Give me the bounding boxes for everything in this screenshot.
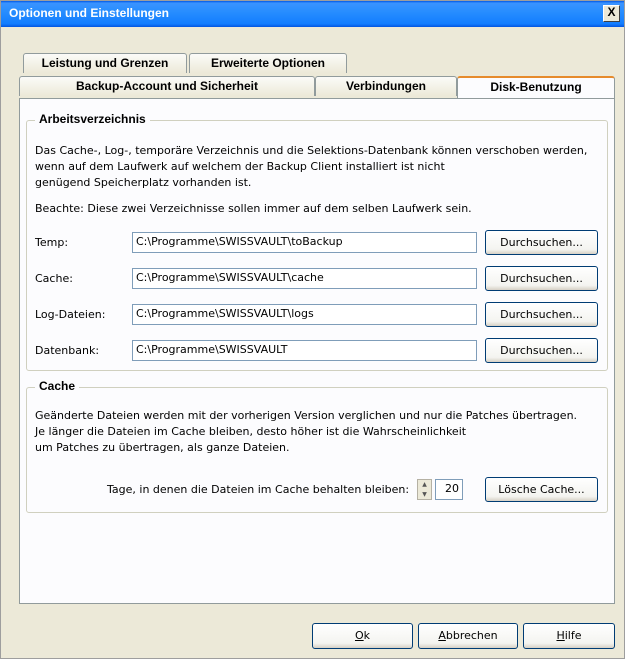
workdir-group: Arbeitsverzeichnis Das Cache-, Log-, tem… bbox=[26, 112, 608, 371]
log-files-path-field[interactable]: C:\Programme\SWISSVAULT\logs bbox=[132, 304, 477, 325]
title-bar[interactable]: Optionen und Einstellungen X bbox=[1, 1, 624, 27]
cache-browse-button[interactable]: Durchsuchen... bbox=[485, 266, 598, 291]
cancel-label: bbrechen bbox=[445, 629, 498, 642]
database-browse-button[interactable]: Durchsuchen... bbox=[485, 338, 598, 363]
cache-desc-line: um Patches zu übertragen, als ganze Date… bbox=[35, 441, 290, 454]
spin-up-icon[interactable]: ▲ bbox=[418, 480, 431, 489]
tab-advanced-options[interactable]: Erweiterte Optionen bbox=[189, 53, 347, 73]
ok-mnemonic: O bbox=[354, 629, 364, 642]
help-mnemonic: H bbox=[556, 629, 565, 642]
tab-panel-disk-usage: Arbeitsverzeichnis Das Cache-, Log-, tem… bbox=[19, 98, 615, 604]
workdir-description: Das Cache-, Log-, temporäre Verzeichnis … bbox=[35, 143, 587, 191]
temp-browse-button[interactable]: Durchsuchen... bbox=[485, 230, 598, 255]
cache-days-spinner[interactable]: ▲ ▼ bbox=[417, 479, 432, 500]
spin-down-icon[interactable]: ▼ bbox=[418, 490, 431, 499]
window-title: Optionen und Einstellungen bbox=[9, 6, 169, 20]
database-path-field[interactable]: C:\Programme\SWISSVAULT bbox=[132, 340, 477, 361]
temp-label: Temp: bbox=[35, 236, 69, 249]
cache-title: Cache bbox=[35, 379, 80, 393]
cache-days-input[interactable]: 20 bbox=[435, 479, 463, 500]
clear-cache-button[interactable]: Lösche Cache... bbox=[485, 477, 598, 502]
ok-button[interactable]: Ok bbox=[312, 623, 413, 649]
database-label: Datenbank: bbox=[35, 344, 100, 357]
cancel-button[interactable]: Abbrechen bbox=[418, 623, 518, 649]
log-files-label: Log-Dateien: bbox=[35, 308, 106, 321]
tab-disk-usage[interactable]: Disk-Benutzung bbox=[457, 76, 615, 98]
help-label: ilfe bbox=[564, 629, 582, 642]
tab-performance-limits[interactable]: Leistung und Grenzen bbox=[23, 53, 187, 73]
close-button[interactable]: X bbox=[603, 5, 620, 22]
workdir-desc-line: Das Cache-, Log-, temporäre Verzeichnis … bbox=[35, 144, 588, 157]
workdir-note: Beachte: Diese zwei Verzeichnisse sollen… bbox=[35, 202, 472, 215]
tab-backup-account-security[interactable]: Backup-Account und Sicherheit bbox=[19, 76, 315, 96]
options-dialog: Optionen und Einstellungen X Leistung un… bbox=[0, 0, 625, 659]
help-button[interactable]: Hilfe bbox=[523, 623, 615, 649]
cache-desc-line: Geänderte Dateien werden mit der vorheri… bbox=[35, 409, 578, 422]
cache-description: Geänderte Dateien werden mit der vorheri… bbox=[35, 408, 577, 456]
workdir-desc-line: genügend Speicherplatz vorhanden ist. bbox=[35, 176, 252, 189]
cache-days-label: Tage, in denen die Dateien im Cache beha… bbox=[107, 483, 410, 496]
tab-connections[interactable]: Verbindungen bbox=[315, 76, 457, 96]
ok-label: k bbox=[363, 629, 371, 642]
log-files-browse-button[interactable]: Durchsuchen... bbox=[485, 302, 598, 327]
cache-label: Cache: bbox=[35, 272, 73, 285]
workdir-desc-line: wenn auf dem Laufwerk auf welchem der Ba… bbox=[35, 160, 445, 173]
cache-desc-line: Je länger die Dateien im Cache bleiben, … bbox=[35, 425, 467, 438]
temp-path-field[interactable]: C:\Programme\SWISSVAULT\toBackup bbox=[132, 232, 477, 253]
workdir-title: Arbeitsverzeichnis bbox=[35, 112, 150, 126]
cache-group: Cache Geänderte Dateien werden mit der v… bbox=[26, 379, 608, 513]
cache-path-field[interactable]: C:\Programme\SWISSVAULT\cache bbox=[132, 268, 477, 289]
cancel-mnemonic: A bbox=[438, 629, 446, 642]
